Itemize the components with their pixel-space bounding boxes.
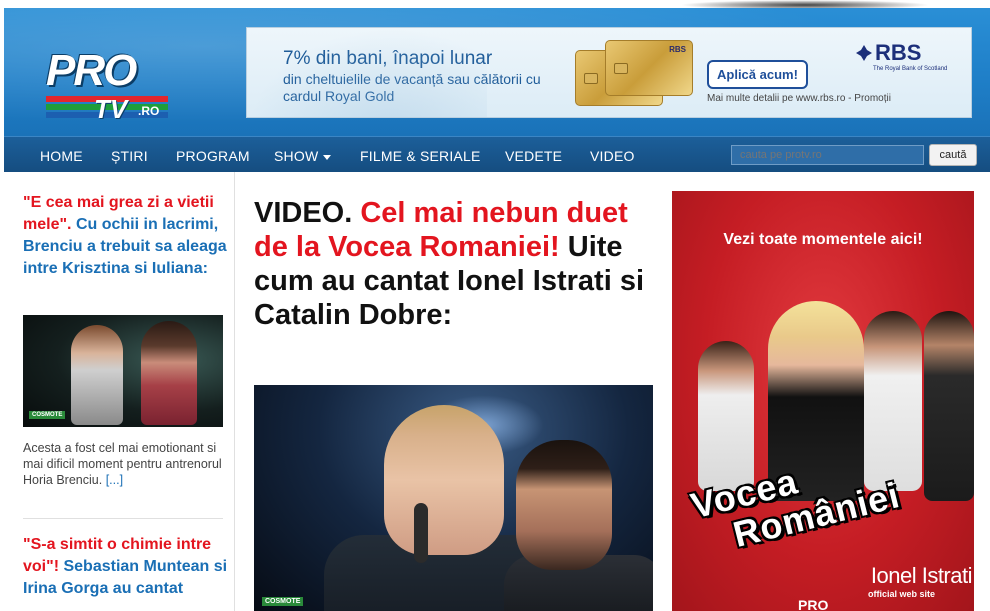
ad-channel-logo: PRO: [798, 597, 829, 611]
article-headline: VIDEO. Cel mai nebun duet de la Vocea Ro…: [254, 196, 659, 332]
search-button[interactable]: caută: [929, 144, 977, 166]
gold-card-front: RBS: [605, 40, 693, 96]
chevron-down-icon: [323, 154, 332, 160]
ad-artist-name: Ionel Istrati: [870, 563, 973, 588]
story-description: Acesta a fost cel mai emotionant si mai …: [23, 440, 228, 488]
video-singer-left-head: [384, 405, 504, 555]
thumb-singer-right: [141, 321, 197, 425]
ad-site-label: official web site: [868, 589, 936, 599]
nav-item-show[interactable]: SHOW: [274, 148, 332, 164]
story-divider: [23, 518, 223, 519]
story-headline-link[interactable]: "S-a simtit o chimie intre voi"! Sebasti…: [23, 534, 229, 600]
read-more-link[interactable]: [...]: [106, 473, 123, 487]
logo-pro-text: PRO: [46, 46, 137, 95]
microphone-icon: [414, 503, 428, 563]
nav-item-video[interactable]: VIDEO: [590, 148, 635, 164]
apply-now-button[interactable]: Aplică acum!: [707, 60, 808, 89]
logo-domain-text: .RO: [138, 104, 160, 118]
video-singer-right-head: [516, 440, 612, 570]
card-chip-icon: [614, 63, 628, 74]
main-nav: HOME ȘTIRI PROGRAM SHOW FILME & SERIALE …: [4, 136, 990, 172]
article-headline-prefix: VIDEO.: [254, 197, 361, 229]
logo-tv-text: TV: [94, 94, 128, 124]
nav-item-home[interactable]: HOME: [40, 148, 83, 164]
search-input[interactable]: [731, 145, 924, 165]
thumb-sponsor-bug: COSMOTE: [29, 411, 66, 419]
card-brand-label: RBS: [669, 45, 686, 54]
rbs-daisy-icon: [856, 45, 872, 61]
nav-item-vedete[interactable]: VEDETE: [505, 148, 562, 164]
nav-item-show-label: SHOW: [274, 148, 319, 164]
banner-subtext: din cheltuielile de vacanță sau călători…: [283, 71, 541, 104]
left-news-column: "E cea mai grea zi a vietii mele". Cu oc…: [12, 172, 234, 611]
video-sponsor-bug: COSMOTE: [262, 597, 304, 606]
protv-logo[interactable]: PRO TV .RO: [46, 46, 176, 126]
thumb-singer-left: [71, 325, 123, 425]
nav-item-filme-seriale[interactable]: FILME & SERIALE: [360, 148, 480, 164]
ad-cta-text: Vezi toate momentele aici!: [723, 231, 923, 248]
nav-item-program[interactable]: PROGRAM: [176, 148, 250, 164]
rbs-logo-text: RBS: [875, 40, 922, 65]
banner-more-info: Mai multe detalii pe www.rbs.ro - Promoț…: [707, 93, 891, 104]
story-thumbnail[interactable]: COSMOTE: [23, 315, 223, 427]
nav-item-stiri[interactable]: ȘTIRI: [111, 148, 148, 164]
column-divider: [234, 172, 235, 611]
story-headline-link[interactable]: "E cea mai grea zi a vietii mele". Cu oc…: [23, 192, 229, 280]
page: PRO TV .RO 7% din bani, înapoi lunar din…: [0, 0, 990, 611]
rbs-ad-banner[interactable]: 7% din bani, înapoi lunar din cheltuieli…: [246, 27, 972, 118]
vocea-romaniei-ad[interactable]: Vezi toate momentele aici! Vocea Românie…: [672, 191, 974, 611]
banner-headline: 7% din bani, înapoi lunar: [283, 48, 493, 69]
article-video-player[interactable]: COSMOTE: [254, 385, 653, 611]
card-chip-icon: [584, 73, 598, 84]
rbs-tagline: The Royal Bank of Scotland: [873, 66, 948, 72]
